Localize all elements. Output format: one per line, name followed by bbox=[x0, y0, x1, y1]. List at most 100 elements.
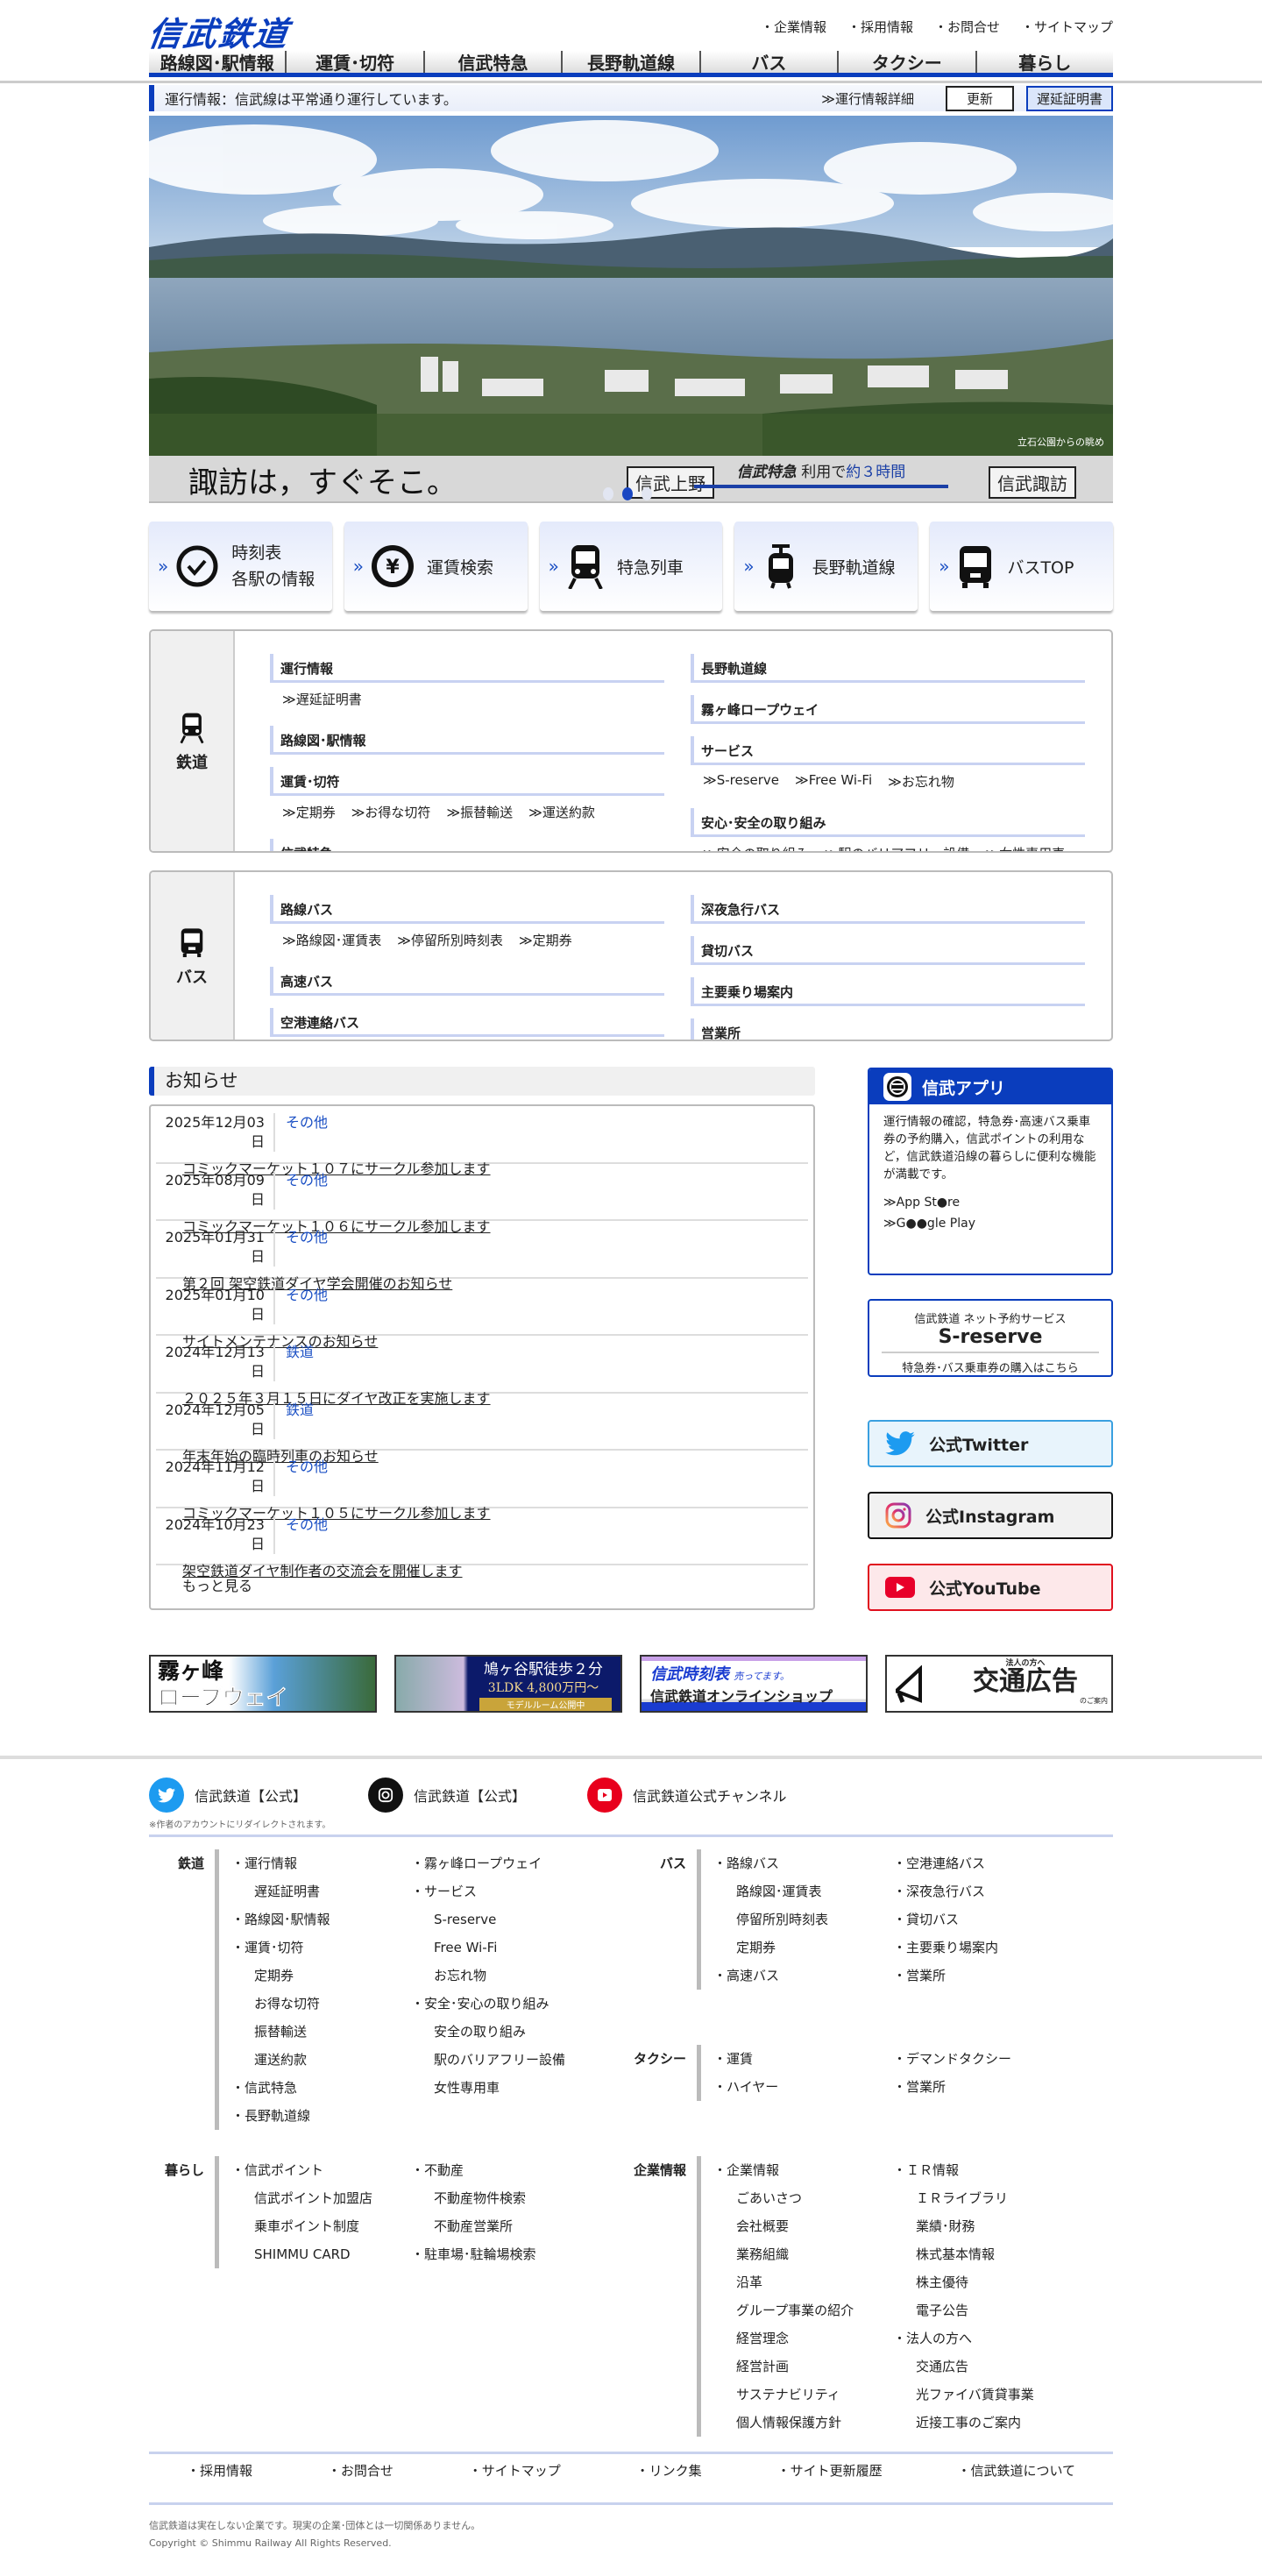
sitemap-link[interactable]: お忘れ物 bbox=[411, 1962, 591, 1990]
sitemap-link[interactable]: ・貸切バス bbox=[893, 1905, 1073, 1934]
menu-heading[interactable]: 長野軌道線 bbox=[691, 654, 1085, 683]
sitemap-link[interactable]: ・ＩＲ情報 bbox=[893, 2156, 1073, 2184]
news-category[interactable]: その他 bbox=[275, 1286, 328, 1324]
sitemap-link[interactable]: 定期券 bbox=[231, 1962, 411, 1990]
shop-banner[interactable]: 信武時刻表 売ってます。 信武鉄道オンラインショップ bbox=[640, 1655, 868, 1713]
hero-image[interactable]: 立石公園からの眺め bbox=[149, 116, 1113, 456]
sitemap-link[interactable]: 女性専用車 bbox=[411, 2074, 591, 2102]
sitemap-link[interactable]: 路線図･運賃表 bbox=[713, 1877, 893, 1905]
sitemap-link[interactable]: ・深夜急行バス bbox=[893, 1877, 1073, 1905]
submenu-link[interactable]: ≫女性専用車 bbox=[985, 844, 1065, 851]
footer-link[interactable]: ・信武鉄道について bbox=[957, 2461, 1075, 2480]
sitemap-link[interactable]: 株式基本情報 bbox=[893, 2240, 1073, 2268]
sitemap-link[interactable]: 乗車ポイント制度 bbox=[231, 2212, 411, 2240]
news-category[interactable]: 鉄道 bbox=[275, 1401, 314, 1439]
menu-heading[interactable]: 空港連絡バス bbox=[270, 1008, 664, 1037]
sitemap-link[interactable]: ・信武ポイント bbox=[231, 2156, 411, 2184]
footer-link[interactable]: ・サイトマップ bbox=[469, 2461, 561, 2480]
sitemap-link[interactable]: 経営理念 bbox=[713, 2324, 893, 2352]
menu-heading[interactable]: 主要乗り場案内 bbox=[691, 977, 1085, 1006]
nav-express[interactable]: 信武特急 bbox=[425, 51, 564, 74]
sitemap-link[interactable]: ・企業情報 bbox=[713, 2156, 893, 2184]
submenu-link[interactable]: ≫お得な切符 bbox=[351, 803, 431, 821]
submenu-link[interactable]: ≫振替輸送 bbox=[446, 803, 513, 821]
sitemap-link[interactable]: ・ハイヤー bbox=[713, 2073, 893, 2101]
sitemap-link[interactable]: 電子公告 bbox=[893, 2296, 1073, 2324]
sitemap-link[interactable]: 不動産営業所 bbox=[411, 2212, 591, 2240]
sitemap-link[interactable]: ・サービス bbox=[411, 1877, 591, 1905]
footer-twitter-link[interactable]: 信武鉄道【公式】 bbox=[149, 1778, 307, 1813]
quick-bus-top[interactable]: » バスTOP bbox=[930, 522, 1113, 611]
sitemap-link[interactable]: ＩＲライブラリ bbox=[893, 2184, 1073, 2212]
sitemap-link[interactable]: 運送約款 bbox=[231, 2046, 411, 2074]
menu-heading[interactable]: 営業所 bbox=[691, 1018, 1085, 1040]
sitemap-link[interactable]: 定期券 bbox=[713, 1934, 893, 1962]
sitemap-link[interactable]: ・運賃･切符 bbox=[231, 1934, 411, 1962]
status-detail-link[interactable]: ≫運行情報詳細 bbox=[821, 89, 914, 108]
menu-heading[interactable]: サービス bbox=[691, 736, 1085, 765]
sitemap-link[interactable]: ・運行情報 bbox=[231, 1849, 411, 1877]
menu-heading[interactable]: 運賃･切符 bbox=[270, 767, 664, 796]
sitemap-link[interactable]: サステナビリティ bbox=[713, 2381, 893, 2409]
sitemap-link[interactable]: ・長野軌道線 bbox=[231, 2102, 411, 2130]
submenu-link[interactable]: ≫定期券 bbox=[282, 803, 336, 821]
sitemap-link[interactable]: ・法人の方へ bbox=[893, 2324, 1073, 2352]
sitemap-link[interactable]: 個人情報保護方針 bbox=[713, 2409, 893, 2437]
menu-heading[interactable]: 深夜急行バス bbox=[691, 895, 1085, 924]
menu-heading[interactable]: 霧ヶ峰ロープウェイ bbox=[691, 695, 1085, 724]
menu-heading[interactable]: 路線バス bbox=[270, 895, 664, 924]
sitemap-link[interactable]: ・安全･安心の取り組み bbox=[411, 1990, 591, 2018]
menu-heading[interactable]: 高速バス bbox=[270, 967, 664, 996]
sitemap-link[interactable]: S-reserve bbox=[411, 1905, 591, 1934]
menu-heading[interactable]: 安心･安全の取り組み bbox=[691, 808, 1085, 837]
ropeway-banner[interactable]: 霧ヶ峰 ロープウェイ bbox=[149, 1655, 377, 1713]
footer-youtube-link[interactable]: 信武鉄道公式チャンネル bbox=[587, 1778, 787, 1813]
sitemap-link[interactable]: 業務組織 bbox=[713, 2240, 893, 2268]
sitemap-link[interactable]: 業績･財務 bbox=[893, 2212, 1073, 2240]
sitemap-link[interactable]: ・主要乗り場案内 bbox=[893, 1934, 1073, 1962]
sitemap-link[interactable]: ・営業所 bbox=[893, 1962, 1073, 1990]
menu-heading[interactable]: 信武特急 bbox=[270, 839, 664, 851]
menu-heading[interactable]: 運行情報 bbox=[270, 654, 664, 683]
sitemap-link[interactable]: 遅延証明書 bbox=[231, 1877, 411, 1905]
news-category[interactable]: その他 bbox=[275, 1458, 328, 1496]
submenu-link[interactable]: ≫安全の取り組み bbox=[703, 844, 809, 851]
sitemap-link[interactable]: ・運賃 bbox=[713, 2045, 893, 2073]
sitemap-link[interactable]: ごあいさつ bbox=[713, 2184, 893, 2212]
submenu-link[interactable]: ≫定期券 bbox=[519, 931, 572, 949]
submenu-link[interactable]: ≫遅延証明書 bbox=[282, 690, 362, 708]
nav-fares[interactable]: 運賃･切符 bbox=[287, 51, 425, 74]
sitemap-link[interactable]: 駅のバリアフリー設備 bbox=[411, 2046, 591, 2074]
youtube-button[interactable]: 公式YouTube bbox=[868, 1564, 1113, 1611]
app-store-link[interactable]: ≫App St●re bbox=[883, 1192, 1097, 1213]
sitemap-link[interactable]: 不動産物件検索 bbox=[411, 2184, 591, 2212]
footer-link[interactable]: ・採用情報 bbox=[187, 2461, 252, 2480]
submenu-link[interactable]: ≫運送約款 bbox=[528, 803, 595, 821]
slide-dot-1[interactable] bbox=[603, 487, 613, 500]
submenu-link[interactable]: ≫路線図･運賃表 bbox=[282, 931, 381, 949]
quick-express[interactable]: » 特急列車 bbox=[539, 522, 723, 611]
news-category[interactable]: その他 bbox=[275, 1228, 328, 1267]
sitemap-link[interactable]: 近接工事のご案内 bbox=[893, 2409, 1073, 2437]
google-play-link[interactable]: ≫G●●gle Play bbox=[883, 1213, 1097, 1234]
footer-link[interactable]: ・リンク集 bbox=[636, 2461, 702, 2480]
sitemap-link[interactable]: 交通広告 bbox=[893, 2352, 1073, 2381]
top-link-contact[interactable]: ・お問合せ bbox=[934, 18, 1000, 36]
sitemap-link[interactable]: ・路線バス bbox=[713, 1849, 893, 1877]
sitemap-link[interactable]: 信武ポイント加盟店 bbox=[231, 2184, 411, 2212]
twitter-button[interactable]: 公式Twitter bbox=[868, 1420, 1113, 1467]
top-link-recruit[interactable]: ・採用情報 bbox=[847, 18, 913, 36]
sitemap-link[interactable]: ・駐車場･駐輪場検索 bbox=[411, 2240, 591, 2268]
real-estate-banner[interactable]: 鳩ヶ谷駅徒歩２分 3LDK 4,800万円～ モデルルーム公開中 bbox=[394, 1655, 622, 1713]
app-promo[interactable]: 信武アプリ 運行情報の確認，特急券･高速バス乗車券の予約購入，信武ポイントの利用… bbox=[868, 1068, 1113, 1275]
news-category[interactable]: その他 bbox=[275, 1113, 328, 1152]
footer-link[interactable]: ・お問合せ bbox=[328, 2461, 393, 2480]
nav-taxi[interactable]: タクシー bbox=[839, 51, 977, 74]
nav-nagano-line[interactable]: 長野軌道線 bbox=[563, 51, 701, 74]
submenu-link[interactable]: ≫駅のバリアフリー設備 bbox=[825, 844, 970, 851]
nav-bus[interactable]: バス bbox=[701, 51, 840, 74]
sitemap-link[interactable]: お得な切符 bbox=[231, 1990, 411, 2018]
sitemap-link[interactable]: ・デマンドタクシー bbox=[893, 2045, 1073, 2073]
slide-dot-2-active[interactable] bbox=[622, 487, 633, 500]
sitemap-link[interactable]: 株主優待 bbox=[893, 2268, 1073, 2296]
